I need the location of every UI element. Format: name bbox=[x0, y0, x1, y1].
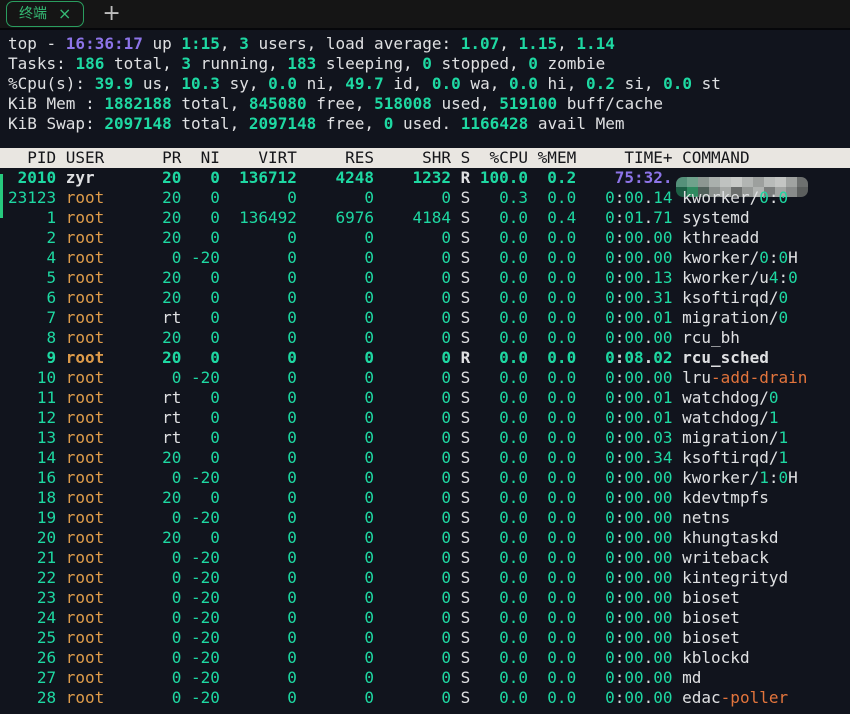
column-header: PR bbox=[152, 148, 181, 168]
terminal-output: top - 16:36:17 up 1:15, 3 users, load av… bbox=[0, 30, 850, 712]
process-row: 28root0-20000S0.00.00:00.00edac-poller bbox=[8, 688, 842, 708]
process-row: 19root0-20000S0.00.00:00.00netns bbox=[8, 508, 842, 528]
process-row: 21root0-20000S0.00.00:00.00writeback bbox=[8, 548, 842, 568]
process-row: 14root200000S0.00.00:00.34ksoftirqd/1 bbox=[8, 448, 842, 468]
process-row: 22root0-20000S0.00.00:00.00kintegrityd bbox=[8, 568, 842, 588]
process-row: 7rootrt0000S0.00.00:00.01migration/0 bbox=[8, 308, 842, 328]
summary-line: %Cpu(s): 39.9 us, 10.3 sy, 0.0 ni, 49.7 … bbox=[8, 74, 842, 94]
process-row: 2010zyr20013671242481232R100.00.275:32. bbox=[8, 168, 842, 188]
process-row: 20root200000S0.00.00:00.00khungtaskd bbox=[8, 528, 842, 548]
tab-terminal[interactable]: 终端 × bbox=[6, 1, 84, 27]
column-header: %MEM bbox=[538, 148, 577, 168]
column-header: COMMAND bbox=[682, 148, 749, 168]
tab-label: 终端 bbox=[19, 4, 47, 24]
tab-bar: 终端 × + bbox=[0, 0, 850, 30]
process-row: 4root0-20000S0.00.00:00.00kworker/0:0H bbox=[8, 248, 842, 268]
process-row: 11rootrt0000S0.00.00:00.01watchdog/0 bbox=[8, 388, 842, 408]
process-row: 12rootrt0000S0.00.00:00.01watchdog/1 bbox=[8, 408, 842, 428]
column-header: %CPU bbox=[480, 148, 528, 168]
process-table: 2010zyr20013671242481232R100.00.275:32.2… bbox=[8, 168, 842, 708]
column-header: TIME+ bbox=[586, 148, 673, 168]
column-header: SHR bbox=[384, 148, 451, 168]
column-header: PID bbox=[8, 148, 56, 168]
column-header: USER bbox=[66, 148, 143, 168]
summary-line: KiB Swap: 2097148 total, 2097148 free, 0… bbox=[8, 114, 842, 134]
process-row: 9root200000R0.00.00:08.02rcu_sched bbox=[8, 348, 842, 368]
process-row: 18root200000S0.00.00:00.00kdevtmpfs bbox=[8, 488, 842, 508]
process-row: 16root0-20000S0.00.00:00.00kworker/1:0H bbox=[8, 468, 842, 488]
process-row: 13rootrt0000S0.00.00:00.03migration/1 bbox=[8, 428, 842, 448]
process-row: 25root0-20000S0.00.00:00.00bioset bbox=[8, 628, 842, 648]
top-summary: top - 16:36:17 up 1:15, 3 users, load av… bbox=[8, 34, 842, 134]
summary-line: Tasks: 186 total, 3 running, 183 sleepin… bbox=[8, 54, 842, 74]
summary-line: top - 16:36:17 up 1:15, 3 users, load av… bbox=[8, 34, 842, 54]
process-row: 2root200000S0.00.00:00.00kthreadd bbox=[8, 228, 842, 248]
table-header-row: PID USER PR NI VIRT RES SHR S %CPU %MEM TIME+ COMMA… bbox=[0, 148, 850, 168]
process-row: 24root0-20000S0.00.00:00.00bioset bbox=[8, 608, 842, 628]
column-header: RES bbox=[307, 148, 374, 168]
new-tab-button[interactable]: + bbox=[102, 3, 120, 25]
process-row: 5root200000S0.00.00:00.13kworker/u4:0 bbox=[8, 268, 842, 288]
scroll-indicator[interactable] bbox=[0, 174, 3, 218]
command-line-spacer bbox=[8, 134, 842, 148]
column-header: NI bbox=[191, 148, 220, 168]
terminal-window: 终端 × + top - 16:36:17 up 1:15, 3 users, … bbox=[0, 0, 850, 714]
close-icon[interactable]: × bbox=[58, 6, 71, 22]
process-row: 6root200000S0.00.00:00.31ksoftirqd/0 bbox=[8, 288, 842, 308]
column-header: S bbox=[461, 148, 471, 168]
process-row: 10root0-20000S0.00.00:00.00lru-add-drain bbox=[8, 368, 842, 388]
process-row: 27root0-20000S0.00.00:00.00md bbox=[8, 668, 842, 688]
process-row: 23123root200000S0.30.00:00.14kworker/0:0 bbox=[8, 188, 842, 208]
column-header: VIRT bbox=[230, 148, 297, 168]
process-row: 1root20013649269764184S0.00.40:01.71syst… bbox=[8, 208, 842, 228]
process-row: 8root200000S0.00.00:00.00rcu_bh bbox=[8, 328, 842, 348]
process-row: 23root0-20000S0.00.00:00.00bioset bbox=[8, 588, 842, 608]
process-row: 26root0-20000S0.00.00:00.00kblockd bbox=[8, 648, 842, 668]
summary-line: KiB Mem : 1882188 total, 845080 free, 51… bbox=[8, 94, 842, 114]
